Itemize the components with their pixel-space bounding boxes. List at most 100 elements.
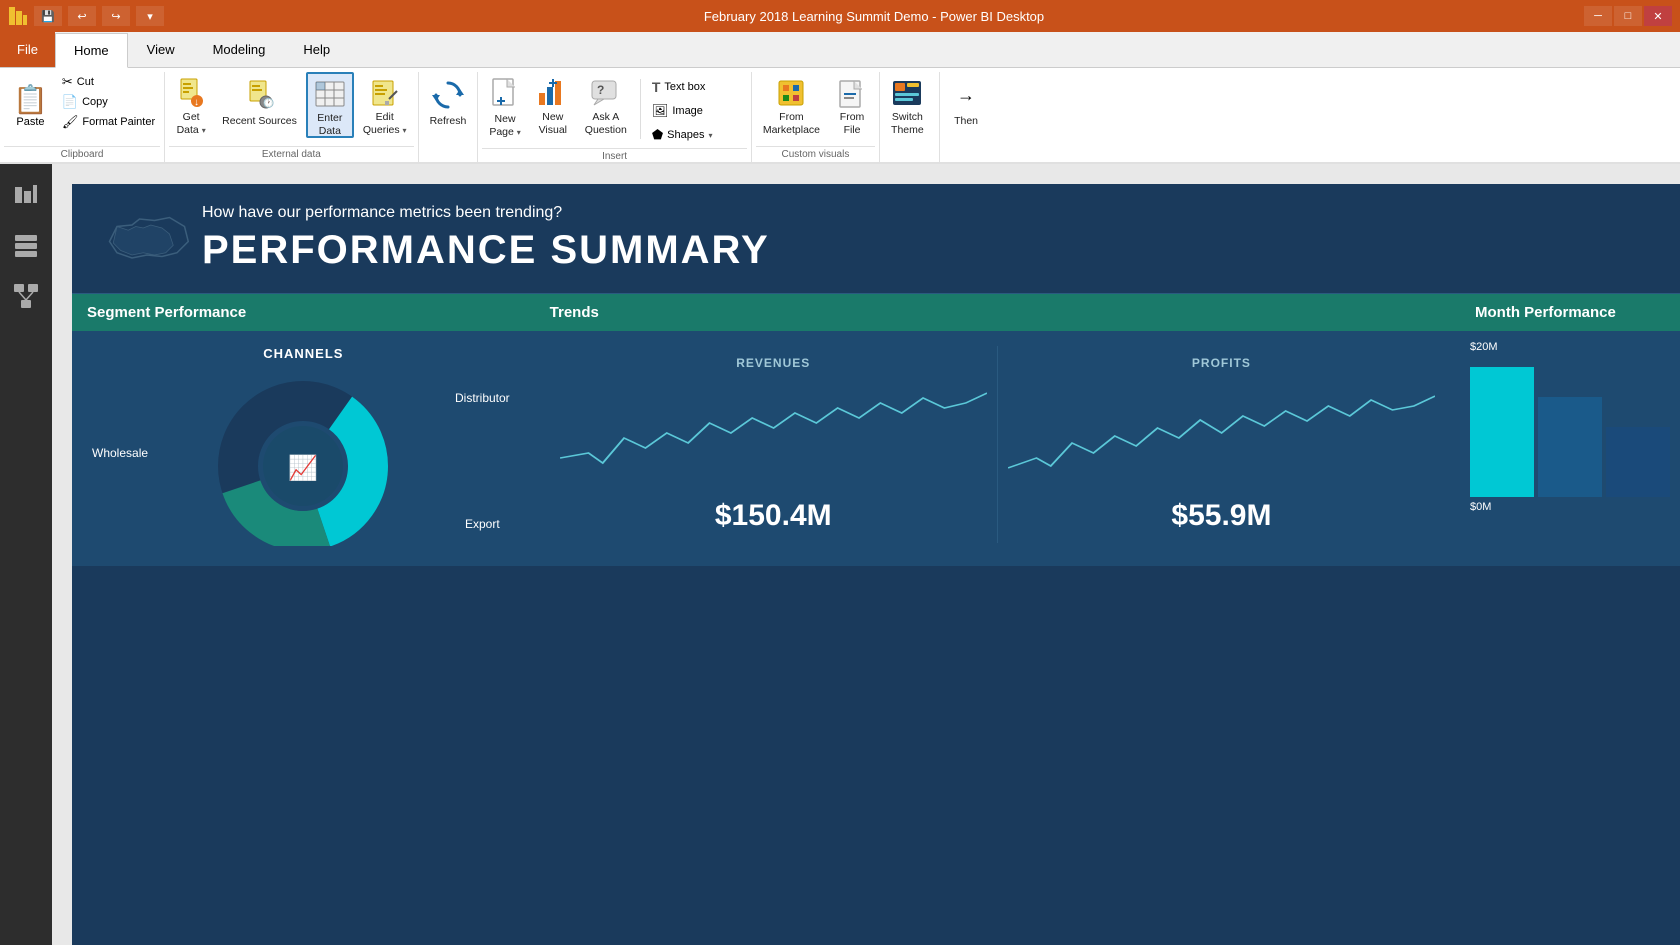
insert-items: NewPage ▾ NewVisual <box>482 72 747 146</box>
external-data-items: ↓ GetData ▾ 🕐 Recent Sources <box>169 72 413 144</box>
new-page-label: NewPage ▾ <box>489 113 520 138</box>
clipboard-group-label: Clipboard <box>4 146 160 162</box>
header-title: PERFORMANCE SUMMARY <box>202 228 770 273</box>
recent-sources-icon: 🕐 <box>246 77 274 113</box>
from-marketplace-button[interactable]: FromMarketplace <box>756 72 827 138</box>
distributor-label: Distributor <box>455 391 510 405</box>
format-painter-button[interactable]: 🖌 Format Painter <box>57 112 160 132</box>
new-visual-button[interactable]: NewVisual <box>530 72 576 138</box>
bar-3 <box>1606 427 1670 497</box>
new-page-button[interactable]: NewPage ▾ <box>482 72 527 138</box>
enter-data-button[interactable]: EnterData <box>306 72 354 138</box>
refresh-items: Refresh <box>423 72 474 144</box>
svg-text:?: ? <box>597 83 604 97</box>
image-label: Image <box>672 105 703 117</box>
title-bar: 💾 ↩ ↪ ▾ February 2018 Learning Summit De… <box>0 0 1680 32</box>
switch-theme-button[interactable]: SwitchTheme <box>884 72 931 138</box>
usa-map-icon <box>102 209 182 269</box>
tab-view[interactable]: View <box>128 32 194 67</box>
maximize-button[interactable]: □ <box>1614 6 1642 26</box>
custom-visuals-items: FromMarketplace FromFile <box>756 72 875 144</box>
copy-button[interactable]: 📄 Copy <box>57 92 160 112</box>
get-data-button[interactable]: ↓ GetData ▾ <box>169 72 213 138</box>
minimize-button[interactable]: ─ <box>1584 6 1612 26</box>
refresh-icon <box>432 77 464 113</box>
ribbon: 📋 Paste ✂ Cut 📄 Copy 🖌 Format Painter <box>0 68 1680 164</box>
image-button[interactable]: 🖼 Image <box>647 100 747 122</box>
header-subtitle: How have our performance metrics been tr… <box>202 204 770 222</box>
edit-queries-button[interactable]: EditQueries ▾ <box>356 72 414 138</box>
refresh-group: Refresh - <box>419 72 479 162</box>
cut-label: Cut <box>77 76 94 88</box>
revenues-label: REVENUES <box>560 356 987 370</box>
segment-card-header: Segment Performance <box>72 294 535 331</box>
high-label: $20M <box>1470 341 1670 353</box>
sidebar-item-report[interactable] <box>4 174 48 218</box>
from-marketplace-icon <box>775 77 807 109</box>
from-file-button[interactable]: FromFile <box>829 72 875 138</box>
ribbon-tabs: File Home View Modeling Help <box>0 32 1680 68</box>
clipboard-items: 📋 Paste ✂ Cut 📄 Copy 🖌 Format Painter <box>4 72 160 144</box>
cut-icon: ✂ <box>62 74 73 90</box>
tab-file[interactable]: File <box>0 32 55 67</box>
insert-group: NewPage ▾ NewVisual <box>478 72 752 162</box>
tab-help[interactable]: Help <box>284 32 349 67</box>
svg-text:📈: 📈 <box>288 454 318 482</box>
shapes-label: Shapes <box>667 129 704 141</box>
month-card-header: Month Performance <box>1460 294 1680 331</box>
month-card-body: $20M $0M <box>1460 331 1680 531</box>
tab-home[interactable]: Home <box>55 33 128 68</box>
refresh-button[interactable]: Refresh <box>423 72 474 138</box>
profits-value: $55.9M <box>1008 499 1435 533</box>
recent-sources-label: Recent Sources <box>222 115 297 128</box>
dropdown-button[interactable]: ▾ <box>136 6 164 26</box>
donut-chart: 📈 Distributor Wholesale Export <box>87 371 520 551</box>
enter-data-label: EnterData <box>317 112 342 137</box>
paste-button[interactable]: 📋 Paste <box>4 72 57 138</box>
title-icons: 💾 ↩ ↪ ▾ <box>8 6 164 26</box>
ask-question-icon: ? <box>590 77 622 109</box>
tab-modeling[interactable]: Modeling <box>194 32 285 67</box>
trends-card-header: Trends <box>535 294 1460 331</box>
format-painter-icon: 🖌 <box>62 114 79 130</box>
segment-performance-card: Segment Performance CHANNELS <box>72 293 535 566</box>
shapes-icon: ⬟ <box>652 127 663 143</box>
revenues-section: REVENUES $150.4M <box>550 346 997 543</box>
external-data-group-label: External data <box>169 146 413 162</box>
wholesale-label: Wholesale <box>92 446 148 460</box>
shapes-arrow: ▾ <box>708 131 712 140</box>
ask-question-button[interactable]: ? Ask AQuestion <box>578 72 634 138</box>
header-text: How have our performance metrics been tr… <box>202 204 770 273</box>
month-performance-card: Month Performance $20M $0M <box>1460 293 1680 566</box>
then-button[interactable]: → Then <box>944 72 988 138</box>
text-box-button[interactable]: T Text box <box>647 76 747 98</box>
undo-button[interactable]: ↩ <box>68 6 96 26</box>
trends-card: Trends REVENUES $150.4M PR <box>535 293 1460 566</box>
recent-sources-button[interactable]: 🕐 Recent Sources <box>215 72 304 138</box>
new-visual-icon <box>537 77 569 109</box>
custom-visuals-group: FromMarketplace FromFile Custom visuals <box>752 72 880 162</box>
channels-label: CHANNELS <box>87 346 520 361</box>
then-items: → Then <box>944 72 988 144</box>
external-data-group: ↓ GetData ▾ 🕐 Recent Sources <box>165 72 418 162</box>
save-button[interactable]: 💾 <box>34 6 62 26</box>
then-group: → Then - <box>940 72 992 162</box>
close-button[interactable]: ✕ <box>1644 6 1672 26</box>
revenues-value: $150.4M <box>560 499 987 533</box>
copy-label: Copy <box>82 96 108 108</box>
sidebar-item-model[interactable] <box>4 274 48 318</box>
copy-icon: 📄 <box>62 94 78 110</box>
enter-data-icon <box>314 78 346 110</box>
ask-question-label: Ask AQuestion <box>585 111 627 136</box>
month-bars <box>1470 357 1670 497</box>
redo-button[interactable]: ↪ <box>102 6 130 26</box>
paste-label: Paste <box>16 116 44 128</box>
shapes-button[interactable]: ⬟ Shapes ▾ <box>647 124 747 146</box>
paste-icon: 📋 <box>13 83 48 116</box>
cut-button[interactable]: ✂ Cut <box>57 72 160 92</box>
then-icon: → <box>957 77 975 113</box>
format-painter-label: Format Painter <box>82 116 155 128</box>
sidebar-item-data[interactable] <box>4 224 48 268</box>
switch-theme-label: SwitchTheme <box>891 111 924 136</box>
text-box-label: Text box <box>664 81 705 93</box>
